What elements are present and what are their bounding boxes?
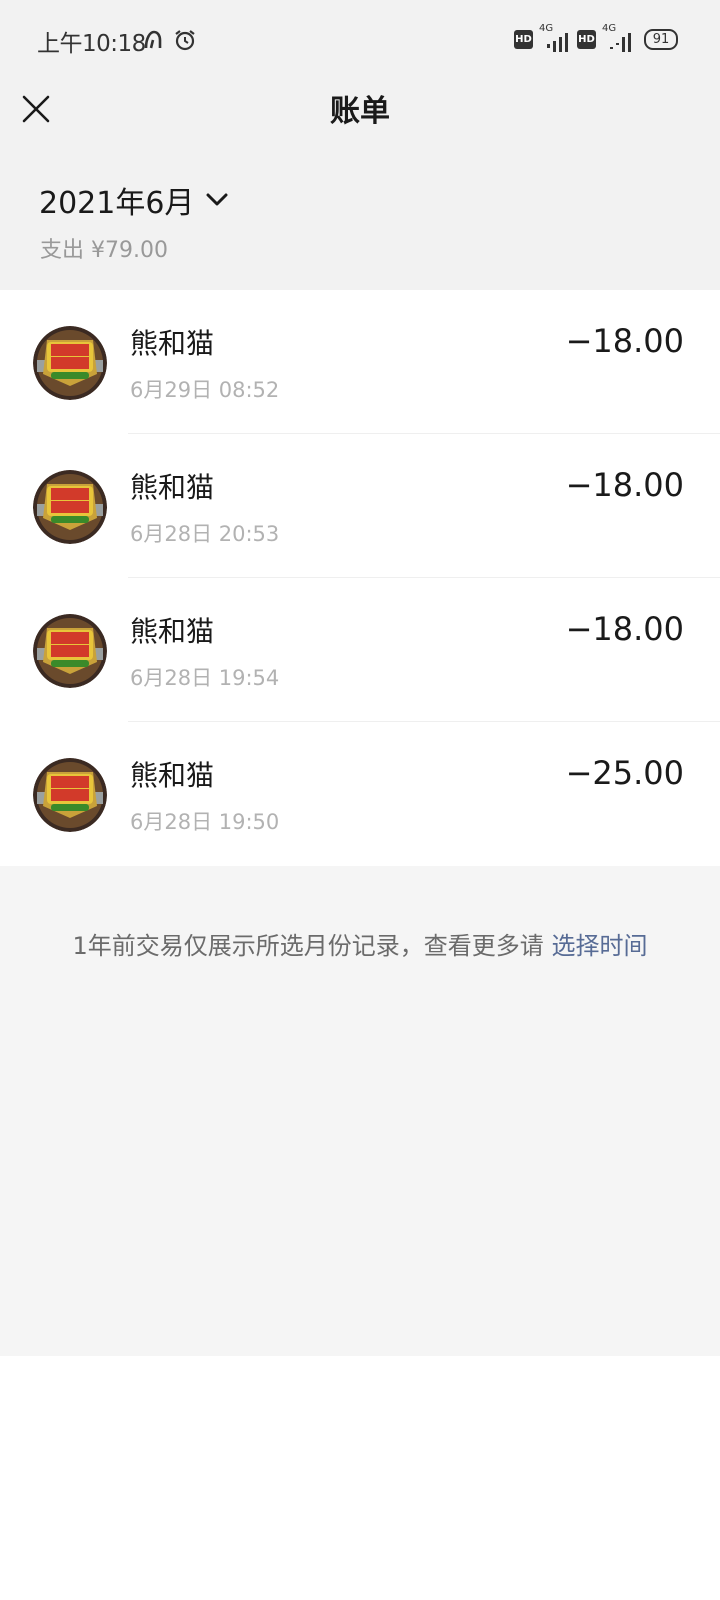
transaction-row[interactable]: 熊和猫 6月28日 19:54 −18.00 (0, 578, 720, 722)
battery-icon: 91 (644, 28, 678, 50)
chevron-down-icon (206, 193, 228, 206)
merchant-avatar (33, 326, 107, 400)
footer-note-text: 1年前交易仅展示所选月份记录，查看更多请 (72, 932, 544, 960)
transaction-time: 6月28日 19:50 (130, 810, 280, 834)
transaction-time: 6月28日 20:53 (130, 522, 280, 546)
transaction-list: 熊和猫 6月29日 08:52 −18.00 熊和猫 6月28日 20:53 −… (0, 290, 720, 866)
merchant-name: 熊和猫 (130, 327, 215, 360)
merchant-avatar (33, 758, 107, 832)
status-time: 上午10:18 (37, 31, 146, 57)
hd-badge: HD (514, 29, 533, 49)
page-title: 账单 (330, 94, 390, 129)
nfc-icon (144, 30, 162, 49)
merchant-name: 熊和猫 (130, 615, 215, 648)
merchant-avatar (33, 470, 107, 544)
status-right-icons: HD 4G HD 4G 91 (514, 23, 678, 52)
status-left-icons (141, 28, 197, 52)
transaction-time: 6月28日 19:54 (130, 666, 280, 690)
select-time-link[interactable]: 选择时间 (551, 932, 647, 960)
transaction-amount: −25.00 (565, 754, 684, 792)
status-bar: 上午10:18 HD 4G HD 4G 91 (0, 0, 720, 84)
month-label: 2021年6月 (39, 186, 195, 221)
expense-summary: 支出 ¥79.00 (40, 238, 168, 263)
transaction-amount: −18.00 (565, 466, 684, 504)
month-selector[interactable]: 2021年6月 (39, 178, 228, 222)
transaction-row[interactable]: 熊和猫 6月28日 19:50 −25.00 (0, 722, 720, 866)
signal-icon: 4G (539, 23, 571, 52)
transaction-row[interactable]: 熊和猫 6月29日 08:52 −18.00 (0, 290, 720, 434)
transaction-row[interactable]: 熊和猫 6月28日 20:53 −18.00 (0, 434, 720, 578)
merchant-avatar (33, 614, 107, 688)
footer-note: 1年前交易仅展示所选月份记录，查看更多请 选择时间 (0, 926, 720, 961)
footer-section: 1年前交易仅展示所选月份记录，查看更多请 选择时间 (0, 866, 720, 1356)
month-section: 2021年6月 支出 ¥79.00 (0, 152, 720, 290)
merchant-name: 熊和猫 (130, 759, 215, 792)
transaction-amount: −18.00 (565, 322, 684, 360)
alarm-icon (175, 30, 195, 51)
merchant-name: 熊和猫 (130, 471, 215, 504)
app-header: 账单 (0, 84, 720, 152)
hd-badge-2: HD (577, 29, 596, 49)
transaction-amount: −18.00 (565, 610, 684, 648)
transaction-time: 6月29日 08:52 (130, 378, 280, 402)
signal-icon-2: 4G (602, 23, 634, 52)
